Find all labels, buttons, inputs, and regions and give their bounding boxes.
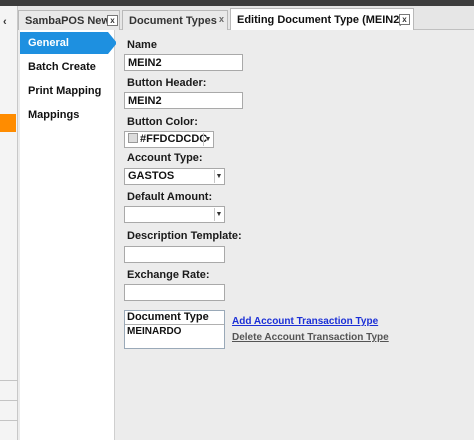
account-type-label: Account Type:: [127, 152, 203, 164]
description-template-label: Description Template:: [127, 230, 242, 242]
tab-editing-document-type[interactable]: Editing Document Type (MEIN2) x: [230, 8, 414, 31]
sidebar-item-print-mapping[interactable]: Print Mapping: [20, 80, 115, 102]
collapse-arrow-icon[interactable]: ‹: [3, 16, 7, 28]
divider: [0, 400, 18, 401]
chevron-down-icon[interactable]: ▼: [214, 170, 223, 183]
description-template-field[interactable]: [124, 246, 225, 263]
sidebar-item-general-settings[interactable]: General Settings: [20, 32, 117, 71]
transaction-types-table: Document Type MEINARDO: [124, 310, 225, 349]
default-amount-label: Default Amount:: [127, 191, 213, 203]
divider: [0, 380, 18, 381]
chevron-down-icon[interactable]: ▼: [203, 133, 212, 146]
tab-sambapos-news[interactable]: SambaPOS News x: [18, 10, 120, 30]
left-panel-strip: ‹: [0, 6, 18, 440]
column-header-document-type[interactable]: Document Type: [125, 311, 224, 325]
button-color-picker[interactable]: #FFDCDCDC ▼: [124, 131, 214, 148]
close-icon[interactable]: x: [216, 15, 227, 26]
sidebar-item-label: Batch Create: [28, 61, 96, 73]
tab-document-types[interactable]: Document Types x: [122, 10, 228, 30]
close-icon[interactable]: x: [107, 15, 118, 26]
button-color-label: Button Color:: [127, 116, 198, 128]
account-type-select[interactable]: GASTOS ▼: [124, 168, 225, 185]
exchange-rate-field[interactable]: [124, 284, 225, 301]
delete-account-transaction-type-link[interactable]: Delete Account Transaction Type: [232, 332, 389, 343]
table-row[interactable]: MEINARDO: [125, 325, 224, 339]
exchange-rate-label: Exchange Rate:: [127, 269, 210, 281]
button-header-label: Button Header:: [127, 77, 207, 89]
tab-label: Document Types: [129, 14, 217, 27]
add-account-transaction-type-link[interactable]: Add Account Transaction Type: [232, 316, 378, 327]
divider: [0, 420, 18, 421]
sidebar-item-mappings[interactable]: Mappings: [20, 104, 115, 126]
sidebar-item-label: Mappings: [28, 109, 80, 121]
button-header-field[interactable]: [124, 92, 243, 109]
sidebar-item-batch-create[interactable]: Batch Create: [20, 56, 115, 78]
settings-sidebar: General Settings Batch Create Print Mapp…: [20, 30, 117, 440]
close-icon[interactable]: x: [399, 14, 410, 25]
tab-label: Editing Document Type (MEIN2): [237, 14, 404, 26]
sidebar-item-label: Print Mapping: [28, 85, 102, 97]
name-field[interactable]: [124, 54, 243, 71]
orange-marker: [0, 114, 16, 132]
default-amount-select[interactable]: ▼: [124, 206, 225, 223]
document-tab-strip: SambaPOS News x Document Types x Editing…: [18, 6, 474, 31]
chevron-down-icon[interactable]: ▼: [214, 208, 223, 221]
name-label: Name: [127, 39, 157, 51]
tab-label: SambaPOS News: [25, 14, 117, 27]
general-settings-form: Name Button Header: Button Color: #FFDCD…: [116, 30, 474, 440]
button-color-value: #FFDCDCDC: [140, 133, 208, 145]
account-type-value: GASTOS: [128, 170, 175, 182]
color-swatch: [128, 133, 138, 144]
